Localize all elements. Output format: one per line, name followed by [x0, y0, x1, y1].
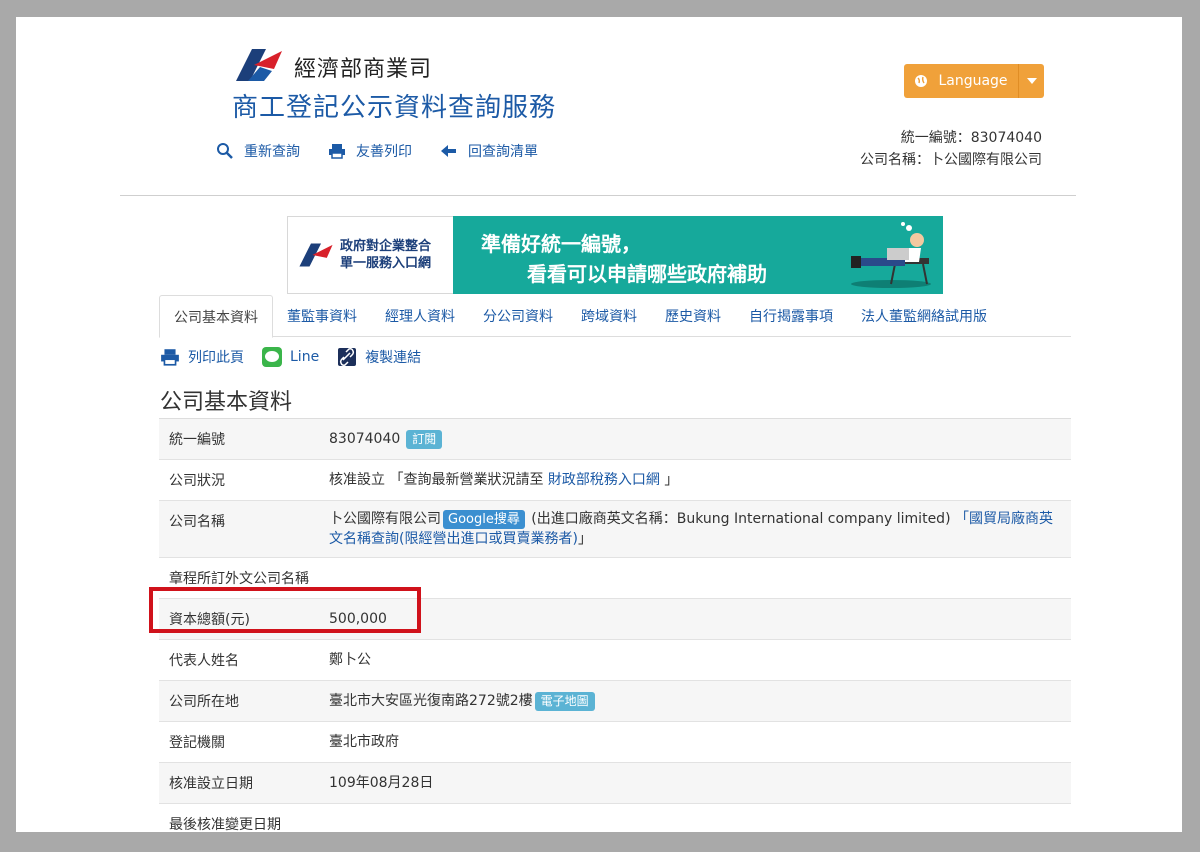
- portal-logo-icon: [299, 243, 333, 267]
- row-value: [319, 558, 1071, 598]
- company-name-line: 公司名稱：卜公國際有限公司: [860, 152, 1042, 168]
- line-share-label: Line: [290, 349, 320, 365]
- subscribe-button[interactable]: 訂閱: [406, 430, 443, 449]
- link-icon: [338, 348, 357, 366]
- banner-portal-line2: 單一服務入口網: [340, 256, 432, 271]
- friendly-print-link[interactable]: 友善列印: [328, 141, 412, 161]
- status-suffix: 」: [659, 472, 679, 488]
- brand-name: 經濟部商業司: [294, 57, 433, 82]
- printer-icon: [161, 349, 179, 366]
- language-label: Language: [938, 73, 1008, 89]
- caret-down-icon[interactable]: [1018, 64, 1044, 98]
- header-divider: [120, 195, 1076, 196]
- company-summary: 統一編號：83074040 公司名稱：卜公國際有限公司: [860, 127, 1042, 171]
- capital-value: 500,000: [329, 611, 387, 627]
- row-label: 資本總額(元): [169, 612, 250, 628]
- relaxing-man-illustration-icon: [851, 222, 931, 288]
- row-label: 公司狀況: [169, 473, 225, 489]
- section-title: 公司基本資料: [160, 390, 293, 415]
- company-id-line: 統一編號：83074040: [900, 130, 1042, 146]
- subsidy-banner[interactable]: 政府對企業整合 單一服務入口網 準備好統一編號， 看看可以申請哪些政府補助: [287, 216, 943, 294]
- banner-message-line2: 看看可以申請哪些政府補助: [527, 262, 767, 286]
- row-label: 代表人姓名: [169, 653, 239, 669]
- banner-message-panel: 準備好統一編號， 看看可以申請哪些政府補助: [453, 216, 943, 294]
- table-row: 公司狀況 核准設立 「查詢最新營業狀況請至 財政部稅務入口網 」: [159, 460, 1071, 501]
- row-value: 83074040 訂閱: [319, 419, 1071, 459]
- tab-basic-info[interactable]: 公司基本資料: [159, 295, 273, 338]
- new-search-label: 重新查詢: [244, 144, 300, 160]
- copy-link-button[interactable]: 複製連結: [337, 347, 421, 367]
- row-label: 核准設立日期: [169, 776, 253, 792]
- row-value: 卜公國際有限公司 Google搜尋 (出進口廠商英文名稱：Bukung Inter…: [319, 501, 1071, 557]
- table-row: 章程所訂外文公司名稱: [159, 558, 1071, 599]
- tab-cross-domain[interactable]: 跨域資料: [567, 295, 651, 337]
- table-row: 統一編號 83074040 訂閱: [159, 419, 1071, 460]
- row-label: 統一編號: [169, 432, 225, 448]
- line-share-button[interactable]: Line: [262, 347, 319, 367]
- google-search-button[interactable]: Google搜尋: [443, 510, 525, 529]
- address-value: 臺北市大安區光復南路272號2樓: [329, 693, 533, 709]
- search-icon: [217, 143, 233, 159]
- row-value: 臺北市大安區光復南路272號2樓 電子地圖: [319, 681, 1071, 721]
- service-title[interactable]: 商工登記公示資料查詢服務: [232, 87, 556, 124]
- table-row: 最後核准變更日期: [159, 804, 1071, 832]
- tax-portal-link[interactable]: 財政部稅務入口網: [548, 472, 660, 488]
- table-row: 核准設立日期 109年08月28日: [159, 763, 1071, 804]
- tax-id-value: 83074040: [329, 431, 401, 447]
- row-value: 核准設立 「查詢最新營業狀況請至 財政部稅務入口網 」: [319, 460, 1071, 500]
- row-label: 最後核准變更日期: [169, 817, 281, 832]
- detail-tabs: 公司基本資料 董監事資料 經理人資料 分公司資料 跨域資料 歷史資料 自行揭露事…: [159, 295, 1071, 338]
- new-search-link[interactable]: 重新查詢: [216, 141, 300, 161]
- header-tool-links: 重新查詢 友善列印 回查詢清單: [216, 141, 538, 161]
- established-value: 109年08月28日: [329, 775, 434, 791]
- globe-icon: [915, 75, 928, 87]
- table-row: 公司名稱 卜公國際有限公司 Google搜尋 (出進口廠商英文名稱：Bukung …: [159, 501, 1071, 558]
- row-label: 章程所訂外文公司名稱: [169, 571, 309, 587]
- name-suffix: 」: [577, 531, 592, 547]
- table-row: 登記機關 臺北市政府: [159, 722, 1071, 763]
- language-main[interactable]: Language: [904, 64, 1018, 98]
- representative-value: 鄭卜公: [329, 652, 371, 668]
- copy-link-label: 複製連結: [365, 350, 422, 366]
- printer-icon: [329, 144, 345, 159]
- map-button[interactable]: 電子地圖: [534, 692, 595, 711]
- tab-history[interactable]: 歷史資料: [651, 295, 735, 337]
- authority-value: 臺北市政府: [329, 734, 399, 750]
- back-to-list-label: 回查詢清單: [468, 144, 538, 160]
- tab-directors[interactable]: 董監事資料: [273, 295, 371, 337]
- row-label: 公司名稱: [169, 514, 225, 530]
- page-actions: 列印此頁 Line 複製連結: [160, 347, 421, 367]
- row-label: 公司所在地: [169, 694, 239, 710]
- tab-corporate-network[interactable]: 法人董監網絡試用版: [847, 295, 1001, 337]
- back-to-list-link[interactable]: 回查詢清單: [440, 141, 538, 161]
- banner-portal-panel: 政府對企業整合 單一服務入口網: [287, 216, 453, 294]
- tab-managers[interactable]: 經理人資料: [371, 295, 469, 337]
- page-frame: 經濟部商業司 商工登記公示資料查詢服務 重新查詢 友善列印 回查詢清單 Lang…: [16, 17, 1182, 832]
- arrow-left-icon: [441, 145, 456, 157]
- status-prefix: 核准設立 「查詢最新營業狀況請至: [329, 472, 548, 488]
- table-row: 公司所在地 臺北市大安區光復南路272號2樓 電子地圖: [159, 681, 1071, 722]
- english-name-text: (出進口廠商英文名稱：Bukung International company …: [526, 511, 955, 527]
- row-label: 登記機關: [169, 735, 225, 751]
- language-button[interactable]: Language: [904, 64, 1044, 98]
- tab-branches[interactable]: 分公司資料: [469, 295, 567, 337]
- banner-message-line1: 準備好統一編號，: [481, 232, 641, 256]
- friendly-print-label: 友善列印: [356, 144, 412, 160]
- company-info-table: 統一編號 83074040 訂閱 公司狀況 核准設立 「查詢最新營業狀況請至 財政…: [159, 418, 1071, 832]
- table-row: 代表人姓名 鄭卜公: [159, 640, 1071, 681]
- print-page-label: 列印此頁: [188, 350, 244, 366]
- print-page-button[interactable]: 列印此頁: [160, 347, 244, 367]
- tab-self-disclosure[interactable]: 自行揭露事項: [735, 295, 847, 337]
- banner-portal-text: 政府對企業整合 單一服務入口網: [340, 238, 431, 272]
- banner-portal-line1: 政府對企業整合: [340, 239, 432, 254]
- ministry-logo-icon: [236, 49, 282, 81]
- company-name-value: 卜公國際有限公司: [329, 511, 441, 527]
- table-row: 資本總額(元) 500,000: [159, 599, 1071, 640]
- line-app-icon: [262, 347, 282, 367]
- row-value: [291, 804, 1071, 832]
